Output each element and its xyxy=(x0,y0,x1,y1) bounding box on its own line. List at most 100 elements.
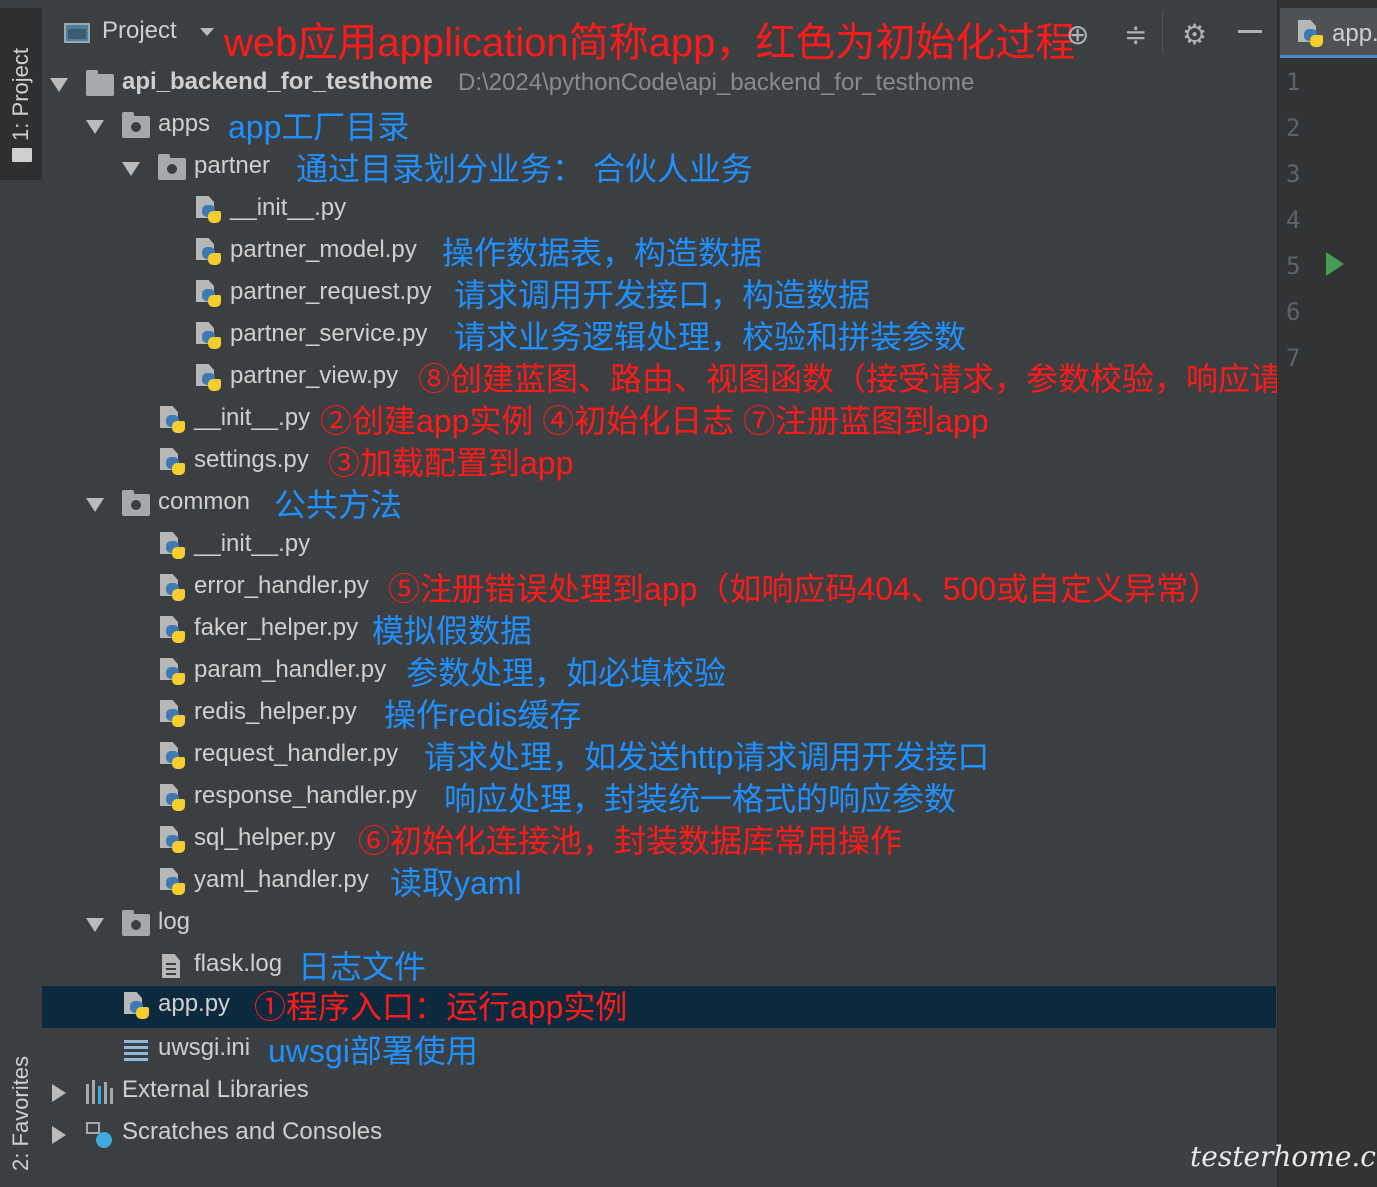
folder-icon xyxy=(86,70,114,96)
tree-item-label: partner_model.py xyxy=(230,236,417,263)
expand-arrow-icon[interactable] xyxy=(52,1126,66,1144)
tree-row-redis-helper[interactable]: redis_helper.py 操作redis缓存 xyxy=(42,694,1276,736)
tree-row-param-handler[interactable]: param_handler.py 参数处理，如必填校验 xyxy=(42,652,1276,694)
project-tool-tab[interactable]: 1: Project xyxy=(0,8,42,180)
annotation-note: app工厂目录 xyxy=(228,109,410,145)
tree-row-external-libraries[interactable]: External Libraries xyxy=(42,1072,1276,1114)
python-file-icon xyxy=(196,280,222,308)
tree-row-uwsgi[interactable]: uwsgi.ini uwsgi部署使用 xyxy=(42,1030,1276,1072)
tree-item-label: External Libraries xyxy=(122,1076,309,1103)
tree-row-sql-helper[interactable]: sql_helper.py ⑥初始化连接池，封装数据库常用操作 xyxy=(42,820,1276,862)
tree-row-settings[interactable]: settings.py ③加载配置到app xyxy=(42,442,1276,484)
python-file-icon xyxy=(196,196,222,224)
line-number: 6 xyxy=(1286,298,1301,326)
tree-row-scratches[interactable]: Scratches and Consoles xyxy=(42,1114,1276,1156)
expand-arrow-icon[interactable] xyxy=(86,918,104,932)
config-file-icon xyxy=(124,1038,150,1064)
python-file-icon xyxy=(160,826,186,854)
tree-row-common-init[interactable]: __init__.py xyxy=(42,526,1276,568)
tree-item-label: param_handler.py xyxy=(194,656,387,683)
library-icon xyxy=(86,1080,113,1106)
package-folder-icon xyxy=(158,154,186,180)
annotation-note: 通过目录划分业务： 合伙人业务 xyxy=(296,151,753,187)
tree-row-response-handler[interactable]: response_handler.py 响应处理，封装统一格式的响应参数 xyxy=(42,778,1276,820)
annotation-note: 操作redis缓存 xyxy=(384,697,582,733)
gear-icon[interactable]: ⚙ xyxy=(1182,18,1207,51)
scratches-icon xyxy=(86,1122,112,1148)
python-file-icon xyxy=(160,784,186,812)
tree-row-partner-request[interactable]: partner_request.py 请求调用开发接口，构造数据 xyxy=(42,274,1276,316)
text-file-icon xyxy=(160,954,186,980)
chevron-down-icon[interactable] xyxy=(200,28,214,36)
left-tool-strip: 1: Project 2: Favorites xyxy=(0,0,43,1187)
tree-item-label: log xyxy=(158,908,191,935)
line-number: 2 xyxy=(1286,114,1301,142)
crosshair-icon[interactable]: ⊕ xyxy=(1066,18,1089,51)
package-folder-icon xyxy=(122,490,150,516)
annotation-note: 请求业务逻辑处理，校验和拼装参数 xyxy=(454,319,967,355)
python-file-icon xyxy=(196,238,222,266)
expand-arrow-icon[interactable] xyxy=(86,498,104,512)
annotation-note: ②创建app实例 ④初始化日志 ⑦注册蓝图到app xyxy=(320,403,989,439)
project-view-selector[interactable]: Project xyxy=(102,17,177,45)
tree-item-label: sql_helper.py xyxy=(194,824,336,851)
annotation-note: 响应处理，封装统一格式的响应参数 xyxy=(444,781,957,817)
annotation-note: ⑧创建蓝图、路由、视图函数（接受请求，参数校验，响应请求） xyxy=(418,361,1347,397)
favorites-tool-tab-label: 2: Favorites xyxy=(8,1056,33,1171)
folder-icon xyxy=(12,148,32,162)
python-file-icon xyxy=(124,992,150,1020)
tree-row-apps-init[interactable]: __init__.py ②创建app实例 ④初始化日志 ⑦注册蓝图到app xyxy=(42,400,1276,442)
tree-row-common[interactable]: common 公共方法 xyxy=(42,484,1276,526)
tree-row-partner-init[interactable]: __init__.py xyxy=(42,190,1276,232)
project-tool-tab-label: 1: Project xyxy=(8,47,33,141)
expand-arrow-icon[interactable] xyxy=(52,1084,66,1102)
tree-item-label: apps xyxy=(158,110,211,137)
project-tree: api_backend_for_testhome D:\2024\pythonC… xyxy=(42,64,1346,1187)
annotation-note: ③加载配置到app xyxy=(328,445,574,481)
tree-item-label: yaml_handler.py xyxy=(194,866,369,893)
python-file-icon xyxy=(160,658,186,686)
tree-item-label: redis_helper.py xyxy=(194,698,357,725)
tree-item-label: __init__.py xyxy=(194,530,311,557)
collapse-all-icon[interactable]: ≑ xyxy=(1124,18,1147,51)
header-annotation: web应用application简称app，红色为初始化过程 xyxy=(224,21,1076,65)
favorites-tool-tab[interactable]: 2: Favorites xyxy=(0,1040,42,1187)
annotation-note: uwsgi部署使用 xyxy=(268,1033,478,1069)
tree-row-error-handler[interactable]: error_handler.py ⑤注册错误处理到app（如响应码404、500… xyxy=(42,568,1276,610)
tree-row-flask-log[interactable]: flask.log 日志文件 xyxy=(42,946,1276,988)
expand-arrow-icon[interactable] xyxy=(122,162,140,176)
run-gutter-icon[interactable] xyxy=(1326,252,1344,276)
minimize-icon[interactable] xyxy=(1238,30,1262,33)
tree-item-label: __init__.py xyxy=(194,404,311,431)
tree-item-label: request_handler.py xyxy=(194,740,399,767)
python-file-icon xyxy=(196,322,222,350)
tree-item-label: uwsgi.ini xyxy=(158,1034,251,1061)
editor-tab-app-py[interactable]: app. xyxy=(1280,8,1377,58)
annotation-note: ⑥初始化连接池，封装数据库常用操作 xyxy=(358,823,903,859)
tree-row-request-handler[interactable]: request_handler.py 请求处理，如发送http请求调用开发接口 xyxy=(42,736,1276,778)
tree-row-apps[interactable]: apps app工厂目录 xyxy=(42,106,1276,148)
tree-row-partner-service[interactable]: partner_service.py 请求业务逻辑处理，校验和拼装参数 xyxy=(42,316,1276,358)
annotation-note: 请求调用开发接口，构造数据 xyxy=(454,277,871,313)
tree-row-partner-model[interactable]: partner_model.py 操作数据表，构造数据 xyxy=(42,232,1276,274)
tree-item-label: partner_request.py xyxy=(230,278,432,305)
tree-item-label: error_handler.py xyxy=(194,572,369,599)
tree-row-yaml-handler[interactable]: yaml_handler.py 读取yaml xyxy=(42,862,1276,904)
tree-row-faker-helper[interactable]: faker_helper.py 模拟假数据 xyxy=(42,610,1276,652)
annotation-note: 模拟假数据 xyxy=(372,613,533,649)
annotation-note: 读取yaml xyxy=(390,865,522,901)
python-file-icon xyxy=(160,700,186,728)
tree-row-root[interactable]: api_backend_for_testhome D:\2024\pythonC… xyxy=(42,64,1276,106)
tree-item-label: settings.py xyxy=(194,446,309,473)
editor-tab-label: app. xyxy=(1332,20,1377,47)
tree-item-label: partner xyxy=(194,152,271,179)
tree-item-label: partner_view.py xyxy=(230,362,399,389)
expand-arrow-icon[interactable] xyxy=(50,78,68,92)
tree-item-label: Scratches and Consoles xyxy=(122,1118,383,1145)
python-file-icon xyxy=(1298,20,1324,48)
tree-row-app-py[interactable]: app.py ①程序入口：运行app实例 xyxy=(42,986,1276,1028)
tree-row-partner[interactable]: partner 通过目录划分业务： 合伙人业务 xyxy=(42,148,1276,190)
tree-row-log[interactable]: log xyxy=(42,904,1276,946)
expand-arrow-icon[interactable] xyxy=(86,120,104,134)
tree-row-partner-view[interactable]: partner_view.py ⑧创建蓝图、路由、视图函数（接受请求，参数校验，… xyxy=(42,358,1346,400)
